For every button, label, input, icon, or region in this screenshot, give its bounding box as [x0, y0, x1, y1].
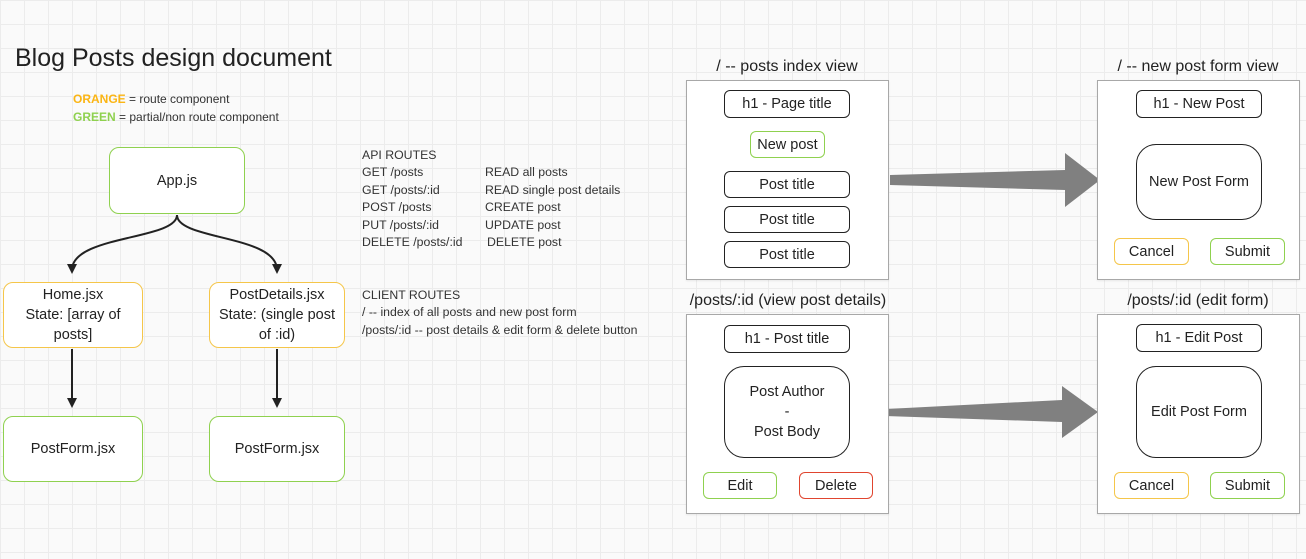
post-title-item[interactable]: Post title — [724, 206, 850, 233]
new-form-h1: h1 - New Post — [1136, 90, 1262, 118]
node-postform-left-label: PostForm.jsx — [30, 441, 116, 457]
legend-green: GREEN = partial/non route component — [73, 110, 279, 124]
details-h1: h1 - Post title — [724, 325, 850, 353]
edit-button[interactable]: Edit — [703, 472, 777, 499]
client-route: /posts/:id -- post details & edit form &… — [362, 323, 638, 337]
post-separator: - — [784, 404, 790, 420]
page-title: Blog Posts design document — [15, 44, 332, 72]
post-author-body: Post Author - Post Body — [724, 366, 850, 458]
panel-new-form-title: / -- new post form view — [1117, 58, 1279, 75]
api-route: POST /posts — [362, 200, 432, 214]
api-route: GET /posts — [362, 165, 424, 179]
node-app: App.js — [109, 147, 245, 214]
delete-button[interactable]: Delete — [799, 472, 873, 499]
legend-orange-key: ORANGE — [73, 92, 126, 106]
flow-arrow-index-to-new — [890, 153, 1100, 207]
node-postform-right-label: PostForm.jsx — [234, 441, 320, 457]
cancel-button[interactable]: Cancel — [1114, 238, 1189, 265]
node-postform-left: PostForm.jsx — [3, 416, 143, 482]
api-route: GET /posts/:id — [362, 183, 440, 197]
index-h1: h1 - Page title — [724, 90, 850, 118]
new-post-button[interactable]: New post — [750, 131, 825, 158]
api-route-desc: READ single post details — [485, 183, 621, 197]
node-details-line-3: of :id) — [258, 327, 296, 343]
api-route-desc: CREATE post — [485, 200, 561, 214]
post-author-label: Post Author — [749, 384, 825, 400]
legend-green-key: GREEN — [73, 110, 116, 124]
legend-orange: ORANGE = route component — [73, 92, 229, 106]
node-home: Home.jsx State: [array of posts] — [3, 282, 143, 348]
node-home-line-2: State: [array of — [25, 307, 121, 323]
panel-details-title: /posts/:id (view post details) — [689, 292, 887, 309]
api-route: PUT /posts/:id — [362, 218, 439, 232]
api-route-desc: READ all posts — [485, 165, 568, 179]
panel-index-title: / -- posts index view — [716, 58, 858, 75]
api-route-desc: DELETE post — [487, 235, 562, 249]
client-routes-heading: CLIENT ROUTES — [362, 288, 461, 302]
api-route: DELETE /posts/:id — [362, 235, 463, 249]
cancel-button[interactable]: Cancel — [1114, 472, 1189, 499]
client-route: / -- index of all posts and new post for… — [362, 305, 577, 319]
post-title-item[interactable]: Post title — [724, 241, 850, 268]
submit-button[interactable]: Submit — [1210, 472, 1285, 499]
node-postform-right: PostForm.jsx — [209, 416, 345, 482]
api-routes-heading: API ROUTES — [362, 148, 437, 162]
new-post-form: New Post Form — [1136, 144, 1262, 220]
node-details-line-2: State: (single post — [218, 307, 336, 323]
node-home-line-1: Home.jsx — [42, 287, 104, 303]
node-details-line-1: PostDetails.jsx — [229, 287, 325, 303]
api-route-desc: UPDATE post — [485, 218, 561, 232]
edit-post-form: Edit Post Form — [1136, 366, 1262, 458]
legend-green-text: = partial/non route component — [115, 110, 279, 124]
edge-app-details — [176, 214, 282, 274]
node-post-details: PostDetails.jsx State: (single post of :… — [209, 282, 345, 348]
flow-arrow-details-to-edit — [886, 386, 1098, 438]
node-home-line-3: posts] — [53, 327, 93, 343]
edge-app-home — [67, 214, 178, 274]
panel-edit-form-title: /posts/:id (edit form) — [1127, 292, 1269, 309]
post-body-label: Post Body — [753, 424, 821, 440]
legend-orange-text: = route component — [125, 92, 230, 106]
submit-button[interactable]: Submit — [1210, 238, 1285, 265]
edit-form-h1: h1 - Edit Post — [1136, 324, 1262, 352]
node-app-label: App.js — [156, 172, 198, 189]
post-title-item[interactable]: Post title — [724, 171, 850, 198]
